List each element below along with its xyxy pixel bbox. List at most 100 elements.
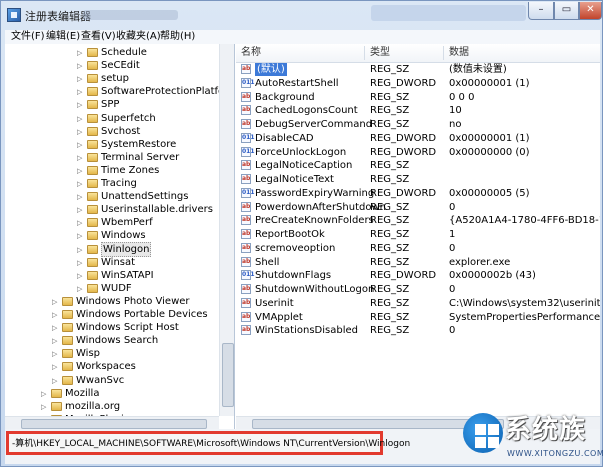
tree-item[interactable]: ▷ Winsat: [5, 256, 219, 269]
tree-item[interactable]: ▷ Wisp: [5, 347, 219, 360]
expand-arrow-icon[interactable]: ▷: [77, 62, 83, 70]
value-row[interactable]: ab scremoveoption REG_SZ 0: [236, 242, 600, 255]
menu-edit[interactable]: 编辑(E): [46, 31, 80, 43]
tree-item[interactable]: ▷ WwanSvc: [5, 374, 219, 387]
value-row[interactable]: ab ReportBootOk REG_SZ 1: [236, 228, 600, 241]
tree-item[interactable]: ▷ SystemRestore: [5, 138, 219, 151]
value-name: DisableCAD: [255, 132, 314, 144]
expand-arrow-icon[interactable]: ▷: [52, 324, 58, 332]
maximize-button[interactable]: ▭: [554, 2, 579, 20]
tree-item[interactable]: ▷ Userinstallable.drivers: [5, 203, 219, 216]
tree-item[interactable]: ▷ Time Zones: [5, 164, 219, 177]
tree-item-label: Winsat: [101, 256, 136, 268]
menu-help[interactable]: 帮助(H): [160, 31, 195, 43]
expand-arrow-icon[interactable]: ▷: [77, 193, 83, 201]
value-row[interactable]: ab Shell REG_SZ explorer.exe: [236, 256, 600, 269]
expand-arrow-icon[interactable]: ▷: [77, 128, 83, 136]
tree-item[interactable]: ▷ Winlogon: [5, 241, 219, 257]
expand-arrow-icon[interactable]: ▷: [77, 167, 83, 175]
tree-item[interactable]: ▷ Workspaces: [5, 360, 219, 373]
expand-arrow-icon[interactable]: ▷: [52, 350, 58, 358]
expand-arrow-icon[interactable]: ▷: [77, 180, 83, 188]
tree-item[interactable]: ▷ Terminal Server: [5, 151, 219, 164]
string-value-icon: ab: [241, 242, 251, 253]
string-value-icon: ab: [241, 215, 251, 226]
tree-item[interactable]: ▷ SoftwareProtectionPlatform: [5, 85, 234, 98]
menu-favorites[interactable]: 收藏夹(A): [116, 31, 161, 43]
column-separator[interactable]: [443, 46, 444, 60]
value-row[interactable]: ab LegalNoticeText REG_SZ: [236, 173, 600, 186]
tree-item[interactable]: ▷ Windows Portable Devices: [5, 308, 219, 321]
tree-item[interactable]: ▷ WinSATAPI: [5, 269, 219, 282]
menu-file[interactable]: 文件(F): [11, 31, 45, 43]
expand-arrow-icon[interactable]: ▷: [77, 101, 83, 109]
tree-item[interactable]: ▷ Schedule: [5, 46, 219, 59]
tree-item[interactable]: ▷ Windows: [5, 229, 219, 242]
value-row[interactable]: ab Userinit REG_SZ C:\Windows\system32\user…: [236, 297, 600, 310]
menu-view[interactable]: 查看(V): [81, 31, 116, 43]
value-row[interactable]: ab PowerdownAfterShutdown REG_SZ 0: [236, 201, 600, 214]
column-header-name[interactable]: 名称: [241, 44, 261, 62]
tree-item[interactable]: ▷ Mozilla: [5, 387, 219, 400]
column-separator[interactable]: [364, 46, 365, 60]
value-data: {A520A1A4-1780-4FF6-BD18-167343C5: [449, 215, 600, 227]
value-row[interactable]: ab DebugServerCommand REG_SZ no: [236, 118, 600, 131]
value-row[interactable]: ab VMApplet REG_SZ SystemPropertiesPerforma…: [236, 311, 600, 324]
value-row[interactable]: 011 DisableCAD REG_DWORD 0x00000001 (1): [236, 132, 600, 145]
tree-horizontal-scrollbar[interactable]: [5, 416, 219, 429]
tree-item[interactable]: ▷ WbemPerf: [5, 216, 219, 229]
value-row[interactable]: ab PreCreateKnownFolders REG_SZ {A520A1A4-1…: [236, 214, 600, 227]
expand-arrow-icon[interactable]: ▷: [52, 377, 58, 385]
tree-scroll-thumb[interactable]: [222, 343, 234, 407]
value-row[interactable]: ab LegalNoticeCaption REG_SZ: [236, 159, 600, 172]
expand-arrow-icon[interactable]: ▷: [77, 49, 83, 57]
expand-arrow-icon[interactable]: ▷: [77, 75, 83, 83]
value-data: explorer.exe: [449, 256, 511, 268]
expand-arrow-icon[interactable]: ▷: [77, 259, 83, 267]
value-row[interactable]: ab (默认) REG_SZ (数值未设置): [236, 63, 600, 76]
tree-item[interactable]: ▷ Superfetch: [5, 112, 219, 125]
expand-arrow-icon[interactable]: ▷: [77, 246, 83, 254]
tree-item[interactable]: ▷ UnattendSettings: [5, 190, 219, 203]
tree-hscroll-thumb[interactable]: [21, 419, 207, 429]
tree-item[interactable]: ▷ Svchost: [5, 125, 219, 138]
tree-item[interactable]: ▷ SPP: [5, 98, 219, 111]
expand-arrow-icon[interactable]: ▷: [77, 272, 83, 280]
tree-item[interactable]: ▷ Windows Photo Viewer: [5, 295, 219, 308]
tree-item[interactable]: ▷ Windows Search: [5, 334, 219, 347]
expand-arrow-icon[interactable]: ▷: [41, 390, 47, 398]
tree-item-label: Windows Script Host: [76, 322, 179, 334]
expand-arrow-icon[interactable]: ▷: [52, 311, 58, 319]
expand-arrow-icon[interactable]: ▷: [77, 232, 83, 240]
value-row[interactable]: 011 ShutdownFlags REG_DWORD 0x0000002b (43): [236, 269, 600, 282]
expand-arrow-icon[interactable]: ▷: [52, 298, 58, 306]
close-button[interactable]: ✕: [579, 2, 602, 20]
expand-arrow-icon[interactable]: ▷: [52, 363, 58, 371]
expand-arrow-icon[interactable]: ▷: [77, 141, 83, 149]
tree-item[interactable]: ▷ Windows Script Host: [5, 321, 219, 334]
tree-item[interactable]: ▷ setup: [5, 72, 219, 85]
expand-arrow-icon[interactable]: ▷: [77, 115, 83, 123]
expand-arrow-icon[interactable]: ▷: [77, 206, 83, 214]
expand-arrow-icon[interactable]: ▷: [52, 337, 58, 345]
minimize-button[interactable]: –: [528, 2, 554, 20]
expand-arrow-icon[interactable]: ▷: [41, 403, 47, 411]
tree-item[interactable]: ▷ Tracing: [5, 177, 219, 190]
expand-arrow-icon[interactable]: ▷: [77, 154, 83, 162]
tree-item[interactable]: ▷ SeCEdit: [5, 59, 219, 72]
value-row[interactable]: ab ShutdownWithoutLogon REG_SZ 0: [236, 283, 600, 296]
value-row[interactable]: ab CachedLogonsCount REG_SZ 10: [236, 104, 600, 117]
tree-item[interactable]: ▷ WUDF: [5, 282, 219, 295]
value-row[interactable]: ab WinStationsDisabled REG_SZ 0: [236, 324, 600, 337]
value-row[interactable]: 011 ForceUnlockLogon REG_DWORD 0x00000000 (…: [236, 146, 600, 159]
value-row[interactable]: 011 AutoRestartShell REG_DWORD 0x00000001 (…: [236, 77, 600, 90]
column-header-type[interactable]: 类型: [370, 44, 390, 62]
column-header-data[interactable]: 数据: [449, 44, 469, 62]
value-row[interactable]: ab Background REG_SZ 0 0 0: [236, 91, 600, 104]
tree-item[interactable]: ▷ mozilla.org: [5, 400, 219, 413]
expand-arrow-icon[interactable]: ▷: [77, 285, 83, 293]
expand-arrow-icon[interactable]: ▷: [77, 219, 83, 227]
tree-vertical-scrollbar[interactable]: [219, 44, 234, 416]
value-row[interactable]: 011 PasswordExpiryWarning REG_DWORD 0x00000…: [236, 187, 600, 200]
expand-arrow-icon[interactable]: ▷: [77, 88, 83, 96]
